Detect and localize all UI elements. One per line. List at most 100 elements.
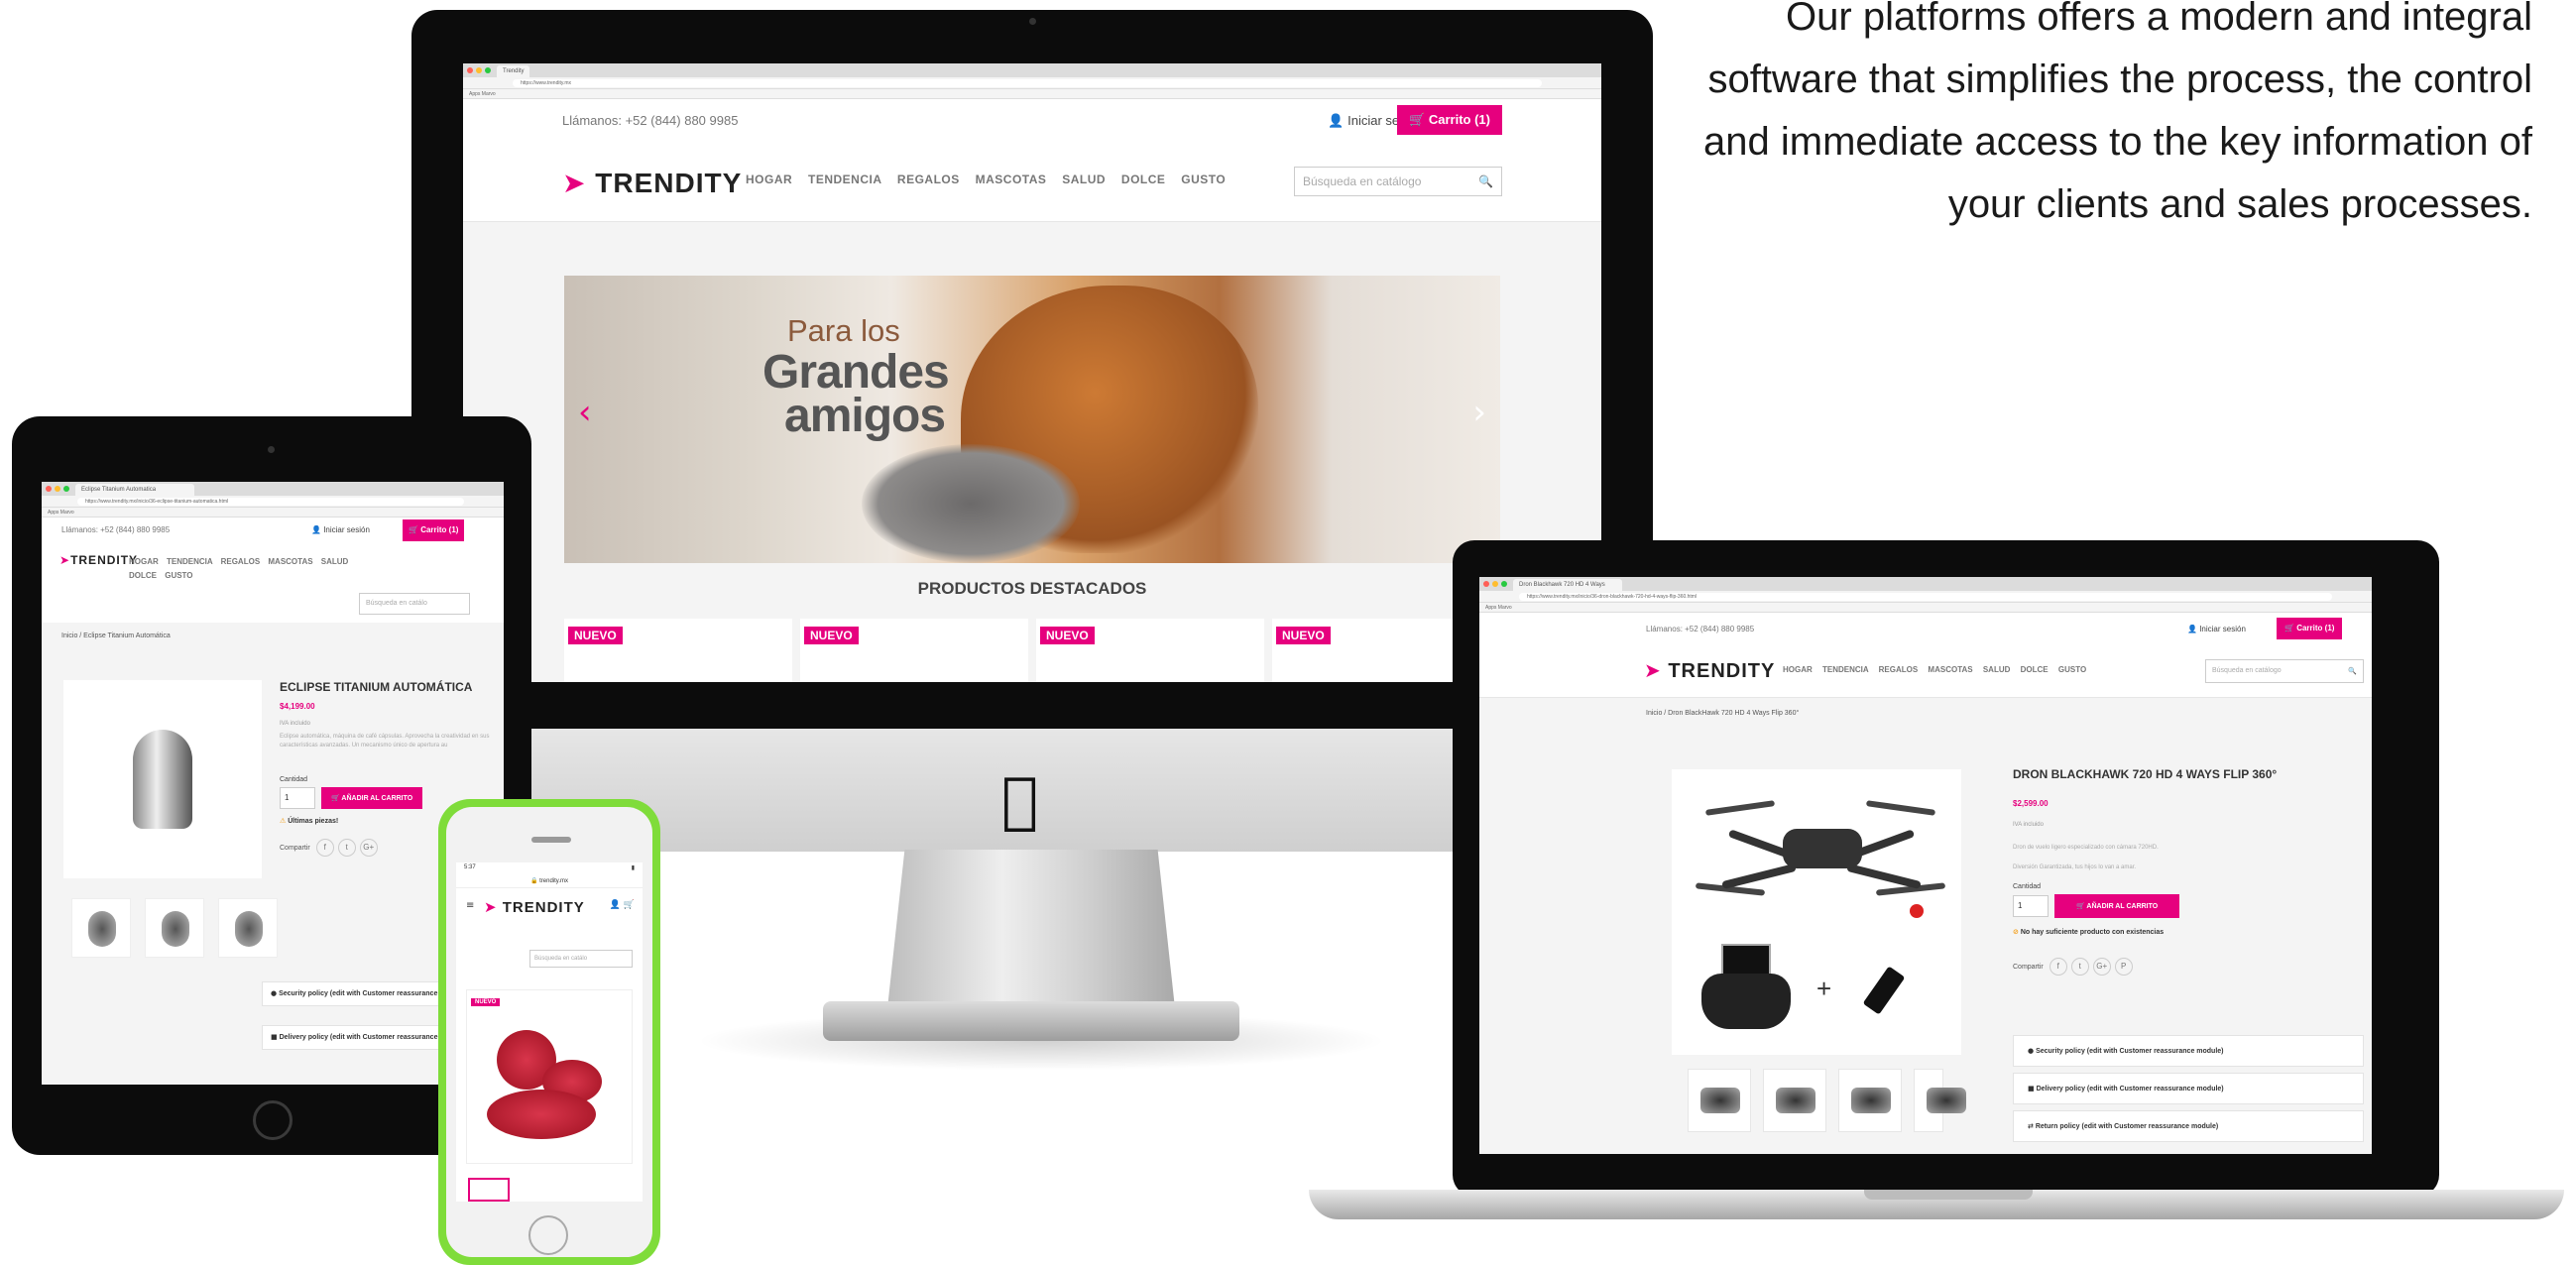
thumbnail[interactable] (468, 1178, 510, 1202)
browser-tab[interactable]: Trendity (497, 65, 530, 77)
menu-item-tendencia[interactable]: TENDENCIA (1822, 665, 1868, 674)
thumbnail[interactable] (1914, 1069, 1966, 1132)
breadcrumb[interactable]: Inicio / Eclipse Titanium Automática (42, 623, 504, 639)
quantity-stepper[interactable]: 1 (2013, 895, 2049, 917)
phone-contact: Llámanos: +52 (844) 880 9985 (1646, 625, 1755, 633)
logo-arrow-icon: ➤ (1644, 658, 1662, 682)
shield-icon: ● (271, 989, 278, 997)
menu-row-1[interactable]: HOGAR TENDENCIA REGALOS MASCOTAS SALUD (129, 555, 416, 569)
login-link[interactable]: 👤 Iniciar sesión (2187, 625, 2246, 633)
menu-item-mascotas[interactable]: MASCOTAS (1928, 665, 1972, 674)
quantity-stepper[interactable]: 1 (280, 787, 315, 809)
ipad-home-button (253, 1100, 293, 1140)
menu-item-hogar[interactable]: HOGAR (746, 172, 792, 186)
product-card[interactable]: NUEVO (466, 989, 633, 1164)
browser-tab[interactable]: Dron Blackhawk 720 HD 4 Ways (1513, 579, 1622, 591)
site-logo[interactable]: ➤ TRENDITY (562, 167, 742, 199)
thumbnail[interactable] (71, 898, 131, 958)
imac-camera (1029, 18, 1036, 25)
product-description: Eclipse automática, máquina de café cáps… (280, 734, 490, 748)
chevron-right-icon[interactable]: › (1472, 393, 1486, 432)
twitter-icon[interactable]: t (2070, 958, 2089, 976)
ipad-camera (268, 446, 275, 453)
product-title: ECLIPSE TITANIUM AUTOMÁTICA (280, 680, 473, 694)
add-to-cart-button[interactable]: 🛒 AÑADIR AL CARRITO (2054, 894, 2180, 918)
url-field[interactable]: 🔒 trendity.mx (456, 874, 643, 888)
cart-icon[interactable]: 🛒 (624, 900, 635, 910)
facebook-icon[interactable]: f (2049, 958, 2067, 976)
menu-item-hogar[interactable]: HOGAR (1783, 665, 1813, 674)
breadcrumb[interactable]: Inicio / Dron BlackHawk 720 HD 4 Ways Fl… (1479, 698, 2372, 717)
menu-item-salud[interactable]: SALUD (1062, 172, 1106, 186)
product-card[interactable]: NUEVO (564, 619, 792, 682)
ipad-screen: Eclipse Titanium Automatica https://www.… (42, 482, 504, 1085)
browser-tabstrip: Dron Blackhawk 720 HD 4 Ways (1479, 577, 2372, 591)
reassurance-security: ● Security policy (edit with Customer re… (2013, 1035, 2364, 1067)
browser-tab[interactable]: Eclipse Titanium Automatica (75, 484, 194, 496)
menu-item-regalos[interactable]: REGALOS (897, 172, 960, 186)
product-description: Dron de vuelo ligero especializado con c… (2013, 845, 2159, 870)
search-icon[interactable]: 🔍 (1478, 168, 1493, 195)
menu-item-dolce-gusto[interactable]: DOLCE GUSTO (1121, 172, 1226, 186)
site-topbar: Llámanos: +52 (844) 880 9985 👤 Iniciar s… (463, 99, 1601, 143)
menu-item-mascotas[interactable]: MASCOTAS (976, 172, 1047, 186)
menu-item-salud[interactable]: SALUD (1983, 665, 2011, 674)
site-header: ➤TRENDITY HOGAR TENDENCIA REGALOS MASCOT… (42, 543, 504, 623)
product-image[interactable]: + (1672, 769, 1961, 1055)
hamburger-menu-icon[interactable]: ≡ (466, 900, 474, 911)
chevron-left-icon[interactable]: ‹ (578, 393, 592, 432)
logo-arrow-icon: ➤ (59, 553, 71, 567)
cart-button[interactable]: 🛒 Carrito (1) (403, 519, 465, 541)
cart-button[interactable]: 🛒 Carrito (1) (2277, 618, 2343, 639)
truck-icon: ■ (2028, 1085, 2035, 1092)
cookware-image (487, 1090, 596, 1139)
url-field[interactable]: https://www.trendity.mx/inicio/36-dron-b… (1519, 593, 2332, 601)
url-field[interactable]: https://www.trendity.mx (513, 79, 1542, 87)
iphone-speaker (531, 837, 571, 843)
google-plus-icon[interactable]: G+ (359, 839, 378, 857)
clock: 5:37 (464, 864, 476, 870)
user-icon[interactable]: 👤 (610, 900, 621, 910)
product-image[interactable] (63, 680, 262, 878)
phone-image (1721, 944, 1771, 976)
product-card[interactable]: NUEVO (1036, 619, 1264, 682)
imac-stand-base (823, 1001, 1239, 1041)
site-logo[interactable]: ➤ TRENDITY (1644, 658, 1775, 683)
search-icon[interactable]: 🔍 (2348, 660, 2357, 682)
menu-item-dolce-gusto[interactable]: DOLCE GUSTO (129, 569, 416, 583)
lock-icon: 🔒 (529, 877, 538, 884)
browser-address-bar: https://www.trendity.mx/inicio/36-dron-b… (1479, 591, 2372, 603)
headline-text: Our platforms offers a modern and integr… (1703, 0, 2532, 226)
login-link[interactable]: 👤 Iniciar sesión (311, 525, 370, 534)
thumbnail[interactable] (145, 898, 204, 958)
search-input[interactable]: Búsqueda en catálogo 🔍 (2205, 659, 2364, 683)
user-icon: 👤 (1328, 114, 1345, 129)
pinterest-icon[interactable]: P (2114, 958, 2133, 976)
thumbnail[interactable] (218, 898, 278, 958)
menu-item-regalos[interactable]: REGALOS (1879, 665, 1919, 674)
thumbnail[interactable] (1838, 1069, 1902, 1132)
google-plus-icon[interactable]: G+ (2092, 958, 2111, 976)
controller-image (1701, 974, 1791, 1029)
add-to-cart-button[interactable]: 🛒 AÑADIR AL CARRITO (321, 787, 423, 809)
menu-item-dolce-gusto[interactable]: DOLCE GUSTO (2021, 665, 2087, 674)
twitter-icon[interactable]: t (337, 839, 356, 857)
search-input[interactable]: Búsqueda en catálo (359, 593, 470, 615)
user-icon: 👤 (311, 525, 321, 534)
main-menu: HOGAR TENDENCIA REGALOS MASCOTAS SALUD D… (129, 555, 416, 583)
thumbnail[interactable] (1763, 1069, 1826, 1132)
menu-item-tendencia[interactable]: TENDENCIA (808, 172, 881, 186)
site-logo[interactable]: ➤TRENDITY (59, 553, 138, 567)
browser-tabstrip: Eclipse Titanium Automatica (42, 482, 504, 496)
product-card[interactable]: NUEVO (800, 619, 1028, 682)
facebook-icon[interactable]: f (315, 839, 334, 857)
site-logo[interactable]: ➤ TRENDITY (484, 898, 585, 916)
search-input[interactable]: Búsqueda en catálo (529, 950, 633, 968)
search-input[interactable]: Búsqueda en catálogo 🔍 (1294, 167, 1502, 196)
url-field[interactable]: https://www.trendity.mx/inicio/36-eclips… (77, 498, 464, 506)
battery-icon: ▮ (631, 864, 635, 871)
thumbnail[interactable] (1688, 1069, 1751, 1132)
cart-button[interactable]: 🛒 Carrito (1) (1397, 105, 1502, 135)
cat-image (862, 444, 1080, 563)
drone-led (1910, 904, 1924, 918)
